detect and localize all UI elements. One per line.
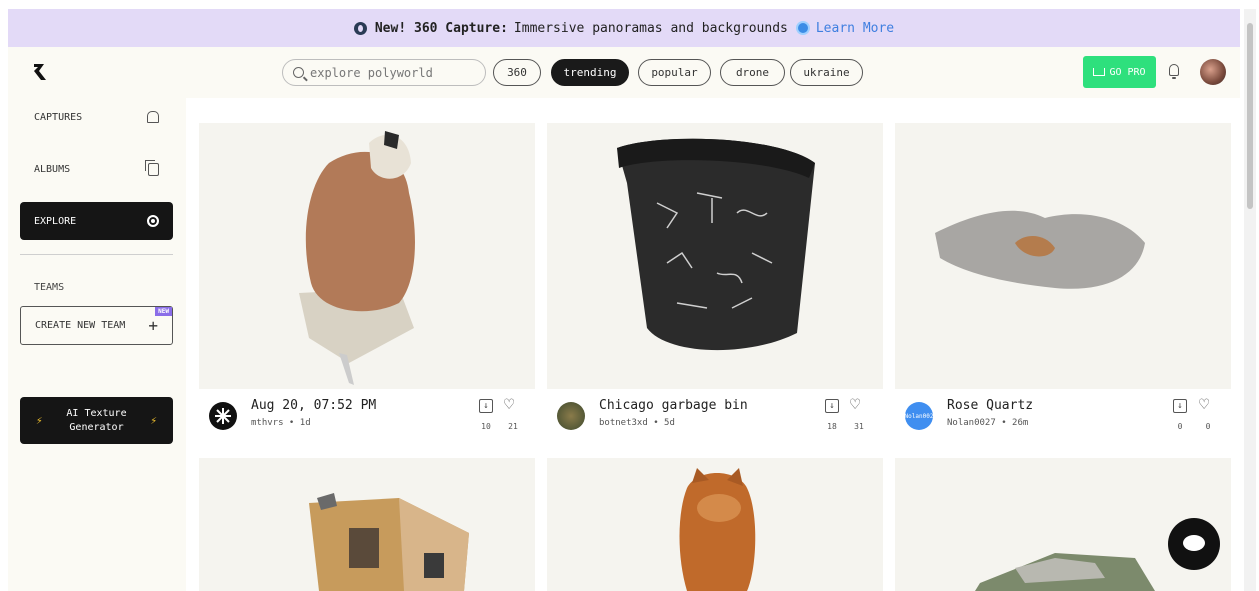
capture-thumbnail[interactable]	[199, 458, 535, 591]
sidebar-item-captures[interactable]: CAPTURES	[20, 98, 173, 136]
capture-thumbnail[interactable]	[547, 123, 883, 389]
globe-icon	[795, 21, 810, 35]
author-avatar[interactable]: Nolan002	[905, 402, 933, 430]
like-count: 0	[1205, 422, 1211, 431]
heart-icon[interactable]: ♡	[504, 397, 514, 414]
sidebar-item-label: EXPLORE	[34, 215, 77, 227]
chip-ukraine[interactable]: ukraine	[790, 59, 863, 86]
capture-title[interactable]: Rose Quartz	[947, 398, 1033, 413]
ai-texture-label: AI Texture Generator	[66, 407, 127, 433]
capture-card-meta: Aug 20, 07:52 PM mthvrs • 1d ↓ ♡ 10 21	[199, 391, 535, 447]
top-bar: explore polyworld 360 trending popular d…	[8, 47, 1240, 98]
search-icon	[293, 67, 304, 78]
chat-support-button[interactable]	[1168, 518, 1220, 570]
capture-author: Nolan0027 • 26m	[947, 418, 1029, 428]
download-icon[interactable]: ↓	[1173, 399, 1187, 413]
capture-title[interactable]: Aug 20, 07:52 PM	[251, 398, 376, 413]
capture-thumbnail[interactable]	[895, 123, 1231, 389]
teams-heading: TEAMS	[34, 282, 65, 293]
learn-more-link[interactable]: Learn More	[816, 21, 894, 36]
author-avatar[interactable]	[557, 402, 585, 430]
chip-popular[interactable]: popular	[638, 59, 711, 86]
download-count: 10	[481, 422, 491, 431]
bell-icon[interactable]	[1169, 64, 1179, 79]
lightning-icon: ⚡	[150, 413, 157, 427]
go-pro-button[interactable]: GO PRO	[1083, 56, 1156, 88]
search-placeholder: explore polyworld	[310, 65, 433, 80]
capture-thumbnail[interactable]	[547, 458, 883, 591]
sidebar-item-label: CAPTURES	[34, 111, 83, 123]
dollhouse-model	[309, 493, 469, 591]
globe-icon	[147, 215, 159, 227]
create-new-team-button[interactable]: CREATE NEW TEAM + NEW	[20, 306, 173, 345]
rose-quartz-model	[935, 210, 1145, 289]
albums-icon	[145, 159, 159, 176]
ai-texture-generator-button[interactable]: ⚡ AI Texture Generator ⚡	[20, 397, 173, 444]
download-icon[interactable]: ↓	[825, 399, 839, 413]
chip-360[interactable]: 360	[493, 59, 541, 86]
download-count: 0	[1177, 422, 1183, 431]
capture-icon	[353, 21, 367, 35]
sidebar-divider	[20, 254, 173, 255]
heart-icon[interactable]: ♡	[1199, 397, 1209, 414]
garbage-bin-model	[617, 138, 815, 351]
home-icon	[147, 111, 159, 123]
sidebar: CAPTURES ALBUMS EXPLORE TEAMS CREATE NEW…	[8, 98, 186, 591]
download-icon[interactable]: ↓	[479, 399, 493, 413]
sidebar-item-albums[interactable]: ALBUMS	[20, 150, 173, 188]
author-avatar[interactable]	[209, 402, 237, 430]
seated-figure-model	[299, 131, 415, 385]
like-count: 31	[854, 422, 864, 431]
create-team-label: CREATE NEW TEAM	[35, 320, 126, 331]
search-input[interactable]: explore polyworld	[282, 59, 486, 86]
cat-figurine-model	[679, 468, 756, 591]
plus-icon: +	[148, 316, 158, 335]
scrollbar-thumb[interactable]	[1247, 23, 1253, 209]
capture-card-meta: Chicago garbage bin botnet3xd • 5d ↓ ♡ 1…	[547, 391, 883, 447]
like-count: 21	[508, 422, 518, 431]
capture-author: mthvrs • 1d	[251, 418, 311, 428]
download-count: 18	[827, 422, 837, 431]
banner-headline: New! 360 Capture:	[374, 20, 508, 36]
lightning-icon: ⚡	[36, 413, 43, 427]
capture-author: botnet3xd • 5d	[599, 418, 675, 428]
announcement-banner: New! 360 Capture: Immersive panoramas an…	[8, 9, 1240, 47]
banner-text: Immersive panoramas and backgrounds	[513, 20, 788, 36]
sidebar-item-label: ALBUMS	[34, 163, 71, 175]
crown-icon	[1093, 68, 1106, 76]
polycam-logo-icon[interactable]	[30, 61, 50, 83]
capture-title[interactable]: Chicago garbage bin	[599, 398, 748, 413]
page-scrollbar[interactable]	[1244, 9, 1256, 591]
sidebar-item-explore[interactable]: EXPLORE	[20, 202, 173, 240]
capture-thumbnail[interactable]	[199, 123, 535, 389]
heart-icon[interactable]: ♡	[850, 397, 860, 414]
chip-drone[interactable]: drone	[720, 59, 785, 86]
go-pro-label: GO PRO	[1109, 66, 1146, 78]
new-badge: NEW	[155, 307, 172, 316]
capture-card-meta: Nolan002 Rose Quartz Nolan0027 • 26m ↓ ♡…	[895, 391, 1231, 447]
user-avatar[interactable]	[1200, 59, 1226, 85]
chip-trending[interactable]: trending	[551, 59, 629, 86]
